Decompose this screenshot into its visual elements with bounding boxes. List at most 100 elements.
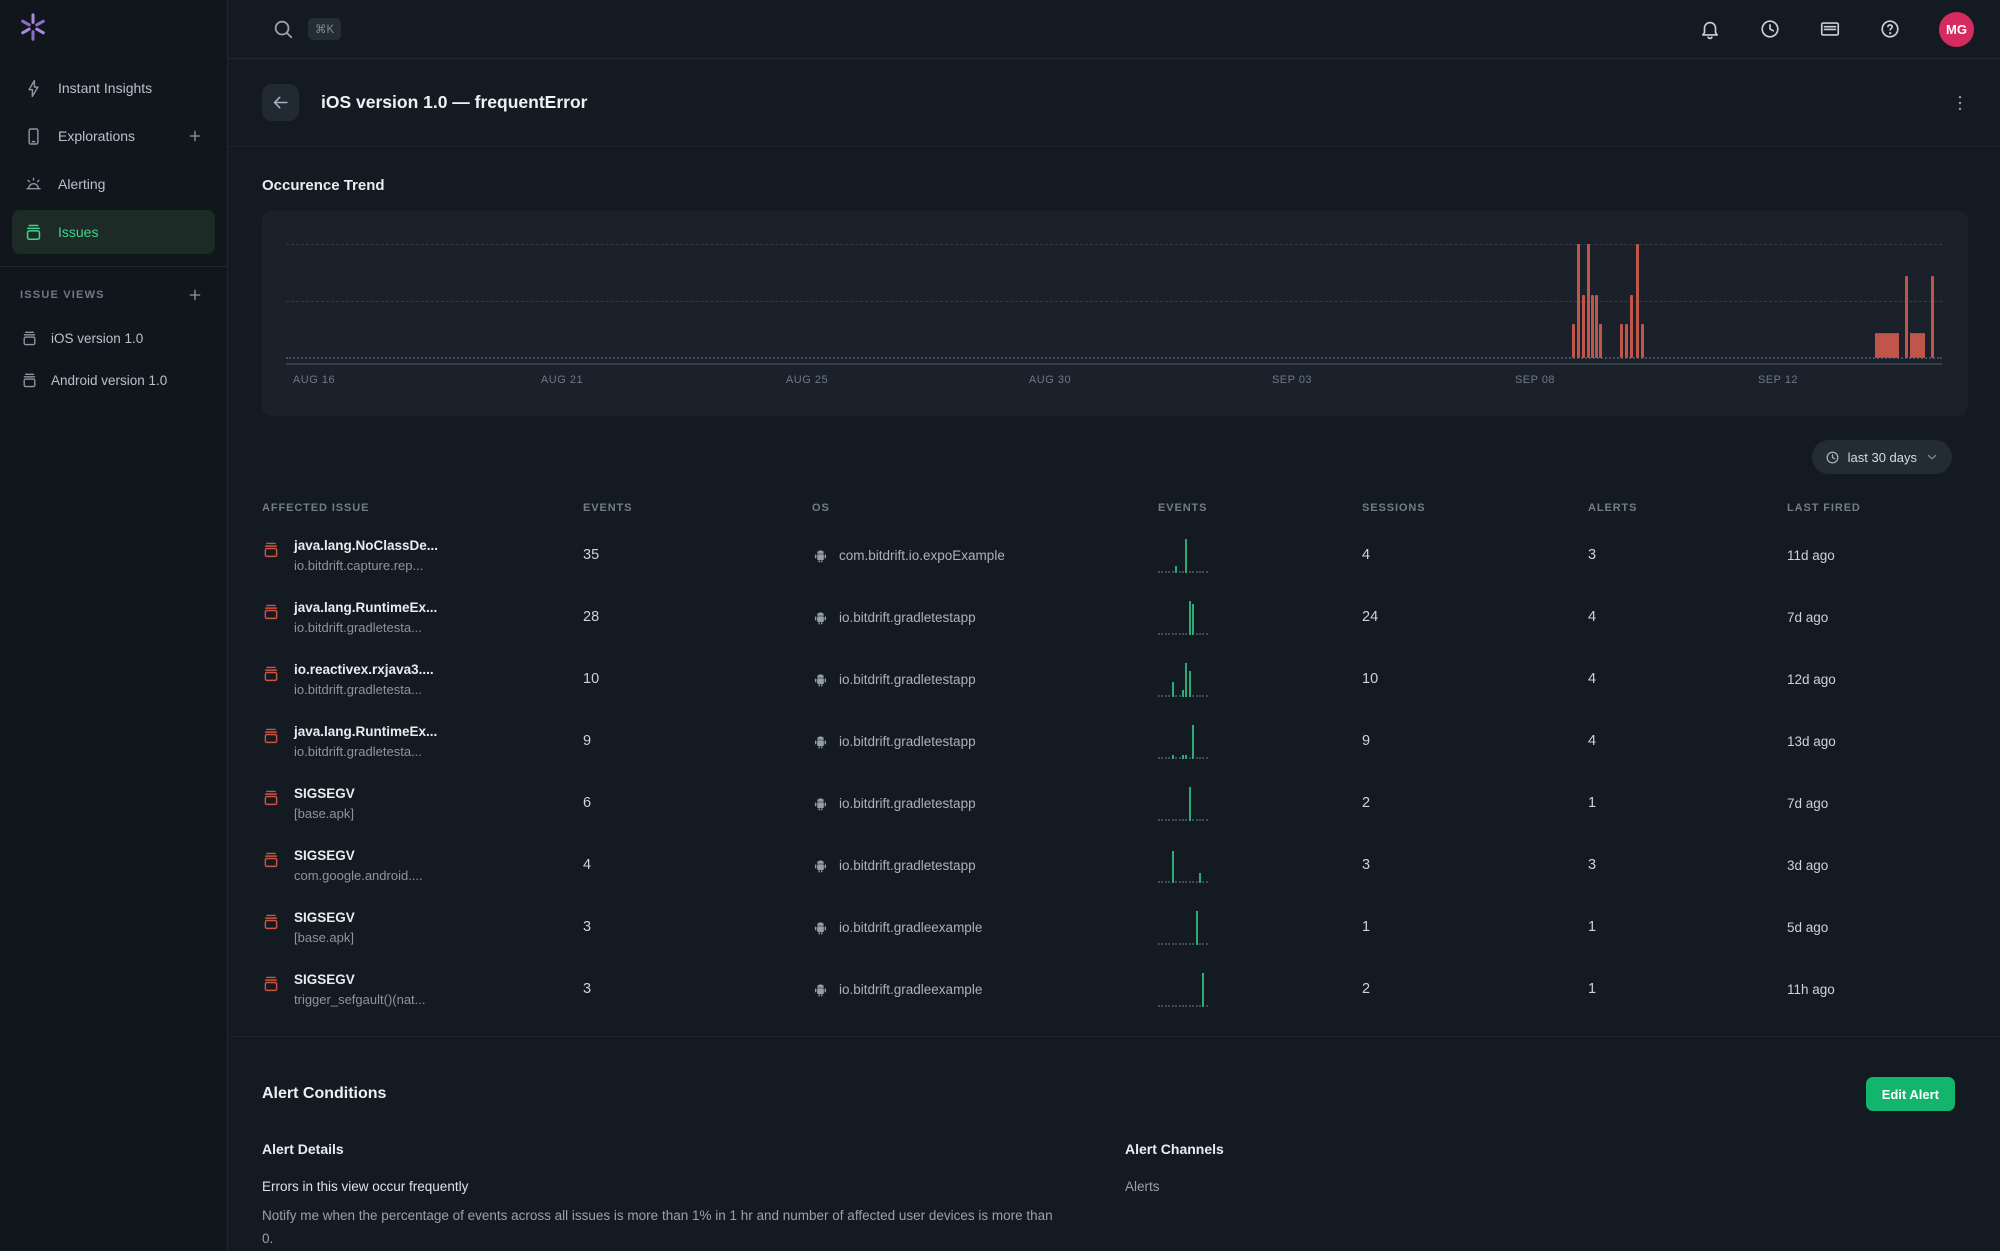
search-icon[interactable] <box>272 18 294 40</box>
alert-name: Errors in this view occur frequently <box>262 1179 1125 1194</box>
kebab-menu-icon[interactable] <box>1950 93 1970 113</box>
issue-view-label: iOS version 1.0 <box>51 331 143 346</box>
android-icon <box>812 857 829 874</box>
occurrence-trend-chart: AUG 16AUG 21AUG 25AUG 30SEP 03SEP 08SEP … <box>262 211 1968 416</box>
sidebar-nav: Instant Insights Explorations Alerting Issu… <box>12 66 215 254</box>
alert-channels-title: Alert Channels <box>1125 1141 1968 1157</box>
events-sparkline <box>1158 782 1362 824</box>
alerts-count: 1 <box>1588 981 1787 997</box>
archive-icon <box>21 372 38 389</box>
occurrence-bar <box>1591 295 1594 358</box>
android-icon <box>812 609 829 626</box>
sessions-count: 4 <box>1362 547 1588 563</box>
x-axis-tick-label: SEP 03 <box>1272 374 1312 386</box>
sessions-count: 9 <box>1362 733 1588 749</box>
android-icon <box>812 919 829 936</box>
alerts-count: 1 <box>1588 919 1787 935</box>
occurrence-bar <box>1905 276 1908 358</box>
last-fired: 11h ago <box>1787 982 1968 997</box>
x-axis-tick-label: AUG 25 <box>786 374 828 386</box>
android-icon <box>812 671 829 688</box>
occurrence-bar <box>1896 333 1899 358</box>
issue-title: SIGSEGV <box>294 972 426 987</box>
app-logo-icon[interactable] <box>18 12 48 42</box>
issue-box-icon <box>262 975 280 993</box>
table-row[interactable]: io.reactivex.rxjava3....io.bitdrift.grad… <box>262 648 1968 710</box>
issue-subtitle: trigger_sefgault()(nat... <box>294 992 426 1007</box>
page-title: iOS version 1.0 — frequentError <box>321 92 587 113</box>
notifications-bell-icon[interactable] <box>1699 18 1721 40</box>
sessions-count: 2 <box>1362 795 1588 811</box>
changelog-panel-icon[interactable] <box>1819 18 1841 40</box>
table-row[interactable]: SIGSEGVcom.google.android....4io.bitdrif… <box>262 834 1968 896</box>
issue-box-icon <box>262 603 280 621</box>
alerts-count: 4 <box>1588 609 1787 625</box>
col-affected-issue: AFFECTED ISSUE <box>262 502 583 514</box>
help-icon[interactable] <box>1879 18 1901 40</box>
col-last-fired: LAST FIRED <box>1787 502 1968 514</box>
table-row[interactable]: SIGSEGV[base.apk]3io.bitdrift.gradleexam… <box>262 896 1968 958</box>
os-app-id: io.bitdrift.gradleexample <box>839 920 982 935</box>
last-fired: 3d ago <box>1787 858 1968 873</box>
alert-channels-value: Alerts <box>1125 1179 1968 1194</box>
os-app-id: io.bitdrift.gradletestapp <box>839 796 976 811</box>
table-row[interactable]: java.lang.NoClassDe...io.bitdrift.captur… <box>262 524 1968 586</box>
issue-box-icon <box>262 665 280 683</box>
chevron-down-icon <box>1925 450 1939 464</box>
issue-views-label: ISSUE VIEWS <box>20 289 105 301</box>
sidebar-item-alerting[interactable]: Alerting <box>12 162 215 206</box>
occurrence-bar <box>1636 244 1639 358</box>
sessions-count: 10 <box>1362 671 1588 687</box>
os-cell: io.bitdrift.gradleexample <box>812 981 1158 998</box>
alarm-icon <box>24 175 43 194</box>
android-icon <box>812 795 829 812</box>
sessions-count: 2 <box>1362 981 1588 997</box>
occurrence-bar <box>1587 244 1590 358</box>
android-icon <box>812 547 829 564</box>
sidebar-item-explorations[interactable]: Explorations <box>12 114 215 158</box>
sidebar-item-issues[interactable]: Issues <box>12 210 215 254</box>
history-clock-icon[interactable] <box>1759 18 1781 40</box>
alert-details-column: Alert Details Errors in this view occur … <box>262 1141 1125 1251</box>
col-sessions: SESSIONS <box>1362 502 1588 514</box>
events-sparkline <box>1158 844 1362 886</box>
table-row[interactable]: java.lang.RuntimeEx...io.bitdrift.gradle… <box>262 710 1968 772</box>
user-avatar[interactable]: MG <box>1939 12 1974 47</box>
issues-table-body: java.lang.NoClassDe...io.bitdrift.captur… <box>262 524 1968 1020</box>
col-events-spark: EVENTS <box>1158 502 1362 514</box>
time-range-dropdown[interactable]: last 30 days <box>1812 440 1952 474</box>
issue-title: java.lang.RuntimeEx... <box>294 724 437 739</box>
occurrence-bar <box>1595 295 1598 358</box>
issue-cell: java.lang.NoClassDe...io.bitdrift.captur… <box>262 538 583 573</box>
occurrence-bar <box>1630 295 1633 358</box>
issue-box-icon <box>262 913 280 931</box>
archive-icon <box>21 330 38 347</box>
section-divider <box>228 1036 2000 1037</box>
issue-title: SIGSEGV <box>294 910 355 925</box>
alert-conditions-title: Alert Conditions <box>262 1085 386 1103</box>
sidebar-item-label: Instant Insights <box>58 80 152 96</box>
issue-box-icon <box>262 851 280 869</box>
add-issue-view-button[interactable] <box>187 287 203 303</box>
x-axis-tick-label: AUG 21 <box>541 374 583 386</box>
main-area: ⌘K MG iOS version 1.0 — frequentError <box>228 0 2000 1250</box>
sidebar-item-instant-insights[interactable]: Instant Insights <box>12 66 215 110</box>
last-fired: 12d ago <box>1787 672 1968 687</box>
add-explorations-button[interactable] <box>187 128 203 144</box>
issue-view-ios-version-1-0[interactable]: iOS version 1.0 <box>0 317 227 359</box>
events-count: 9 <box>583 733 812 749</box>
table-row[interactable]: SIGSEGV[base.apk]6io.bitdrift.gradletest… <box>262 772 1968 834</box>
issue-views-section-header: ISSUE VIEWS <box>20 287 203 303</box>
issue-cell: SIGSEGVcom.google.android.... <box>262 848 583 883</box>
edit-alert-button[interactable]: Edit Alert <box>1866 1077 1955 1111</box>
issue-views-list: iOS version 1.0 Android version 1.0 <box>0 317 227 401</box>
table-row[interactable]: java.lang.RuntimeEx...io.bitdrift.gradle… <box>262 586 1968 648</box>
back-button[interactable] <box>262 84 299 121</box>
issue-cell: SIGSEGV[base.apk] <box>262 910 583 945</box>
sidebar-item-label: Alerting <box>58 176 105 192</box>
issue-cell: java.lang.RuntimeEx...io.bitdrift.gradle… <box>262 724 583 759</box>
page-header: iOS version 1.0 — frequentError <box>228 59 2000 147</box>
issue-view-android-version-1-0[interactable]: Android version 1.0 <box>0 359 227 401</box>
issue-subtitle: [base.apk] <box>294 806 355 821</box>
table-row[interactable]: SIGSEGVtrigger_sefgault()(nat...3io.bitd… <box>262 958 1968 1020</box>
